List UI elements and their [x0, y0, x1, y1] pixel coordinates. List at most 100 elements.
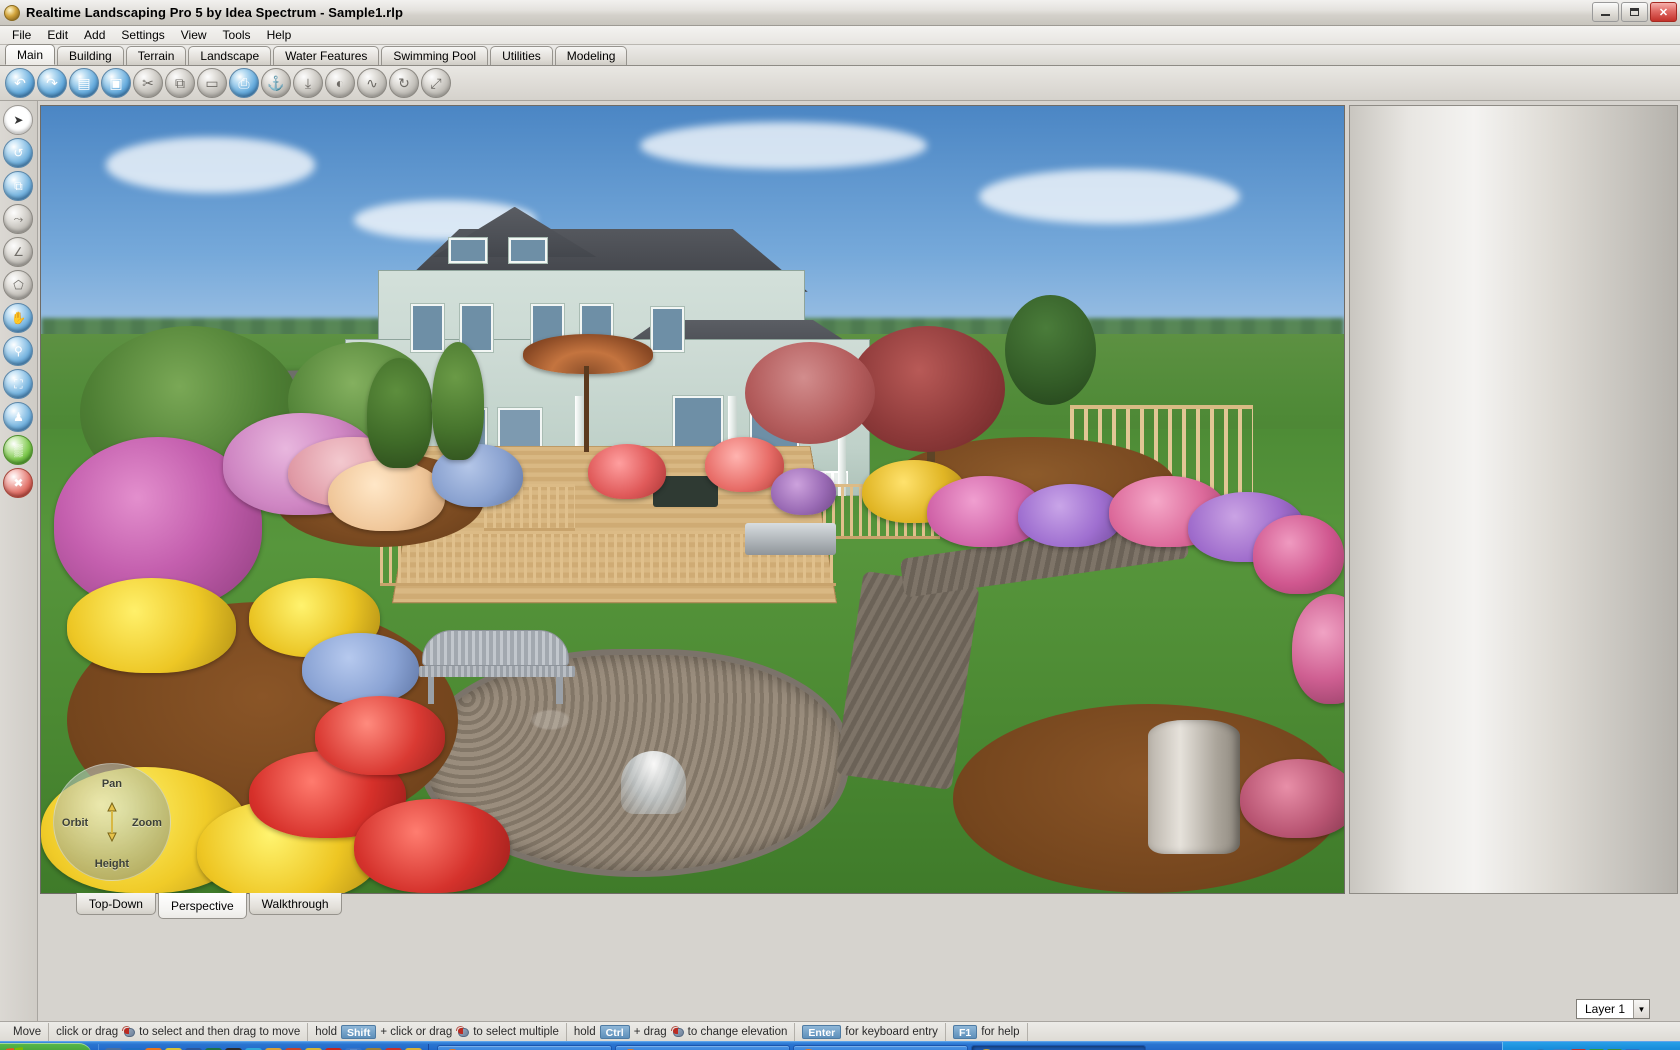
nav-label-zoom[interactable]: Zoom	[132, 817, 162, 829]
menu-item-settings[interactable]: Settings	[113, 26, 172, 44]
lounge-chair[interactable]	[744, 523, 836, 555]
terrain-grid-tool[interactable]: ▒	[3, 435, 34, 465]
curve-draw-tool[interactable]: ⤳	[3, 204, 34, 234]
walk-tool[interactable]: ♟	[3, 402, 34, 432]
tab-utilities[interactable]: Utilities	[490, 46, 553, 65]
tab-water-features[interactable]: Water Features	[273, 46, 380, 65]
coleus-planting[interactable]	[1239, 759, 1344, 838]
delete-tool[interactable]: ✖	[3, 468, 34, 498]
pan-hand-tool[interactable]: ✋	[3, 303, 34, 333]
tab-modeling[interactable]: Modeling	[554, 46, 628, 65]
water-fountain[interactable]	[620, 751, 686, 815]
view-tab-perspective[interactable]: Perspective	[157, 893, 247, 919]
redo-icon[interactable]: ↷	[37, 68, 67, 98]
rotate-tool[interactable]: ↺	[3, 138, 34, 168]
tab-swimming-pool[interactable]: Swimming Pool	[381, 46, 489, 65]
copy-object-tool[interactable]: ⧉	[3, 171, 34, 201]
tab-building[interactable]: Building	[57, 46, 124, 65]
menu-item-add[interactable]: Add	[76, 26, 113, 44]
paste-icon[interactable]: ▭	[197, 68, 227, 98]
evergreen-canopy[interactable]	[1005, 294, 1097, 406]
zoom-magnifier-tool[interactable]: ⚲	[3, 336, 34, 366]
flowering-shrub[interactable]	[1252, 515, 1344, 594]
region-tool[interactable]: ⬠	[3, 270, 34, 300]
flower-planter[interactable]	[770, 468, 836, 516]
tab-main[interactable]: Main	[5, 44, 56, 65]
menu-item-edit[interactable]: Edit	[39, 26, 76, 44]
view-mode-tabs: Top-Down Perspective Walkthrough	[40, 893, 1345, 919]
garden-bench[interactable]	[418, 625, 576, 705]
umbrella-pole	[584, 365, 589, 453]
tab-landscape[interactable]: Landscape	[188, 46, 272, 65]
main-area: ➤ ↺ ⧉ ⤳ ∠ ⬠ ✋ ⚲ ⛶ ♟ ▒ ✖ Orbit Zoom Pan H…	[0, 101, 1680, 1021]
nav-label-orbit[interactable]: Orbit	[62, 817, 88, 829]
stamp-icon[interactable]: ⚓	[261, 68, 291, 98]
start-button[interactable]: пуск	[0, 1042, 92, 1050]
layer-selector[interactable]: Layer 1 ▼	[1575, 999, 1650, 1019]
save-icon[interactable]: ▣	[101, 68, 131, 98]
flowering-shrub[interactable]	[1018, 483, 1123, 547]
status-hint-4: F1 for help	[946, 1022, 1028, 1041]
menu-item-view[interactable]: View	[173, 26, 215, 44]
print-icon[interactable]: ⎙	[229, 68, 259, 98]
taskbar: пуск ▦e●✎WX▶●▤✦▧A█◕eb◷ Developer page - …	[0, 1041, 1680, 1050]
red-flowers[interactable]	[353, 798, 510, 893]
copy-icon[interactable]: ⧉	[165, 68, 195, 98]
rotate-icon[interactable]: ↻	[389, 68, 419, 98]
blue-flowers[interactable]	[301, 633, 419, 705]
stone-water-feature[interactable]	[1148, 719, 1240, 854]
zoom-window-tool[interactable]: ⛶	[3, 369, 34, 399]
status-hint-1: hold Shift + click or drag to select multip…	[308, 1022, 567, 1041]
menu-item-tools[interactable]: Tools	[215, 26, 259, 44]
cloud	[106, 137, 315, 193]
cloud	[979, 168, 1240, 225]
design-viewport-3d[interactable]: Orbit Zoom Pan Height	[39, 105, 1345, 894]
status-mode: Move	[6, 1022, 50, 1041]
flower-planter[interactable]	[588, 444, 667, 500]
mirror-icon[interactable]: ◐	[325, 68, 355, 98]
undo-icon[interactable]: ↶	[5, 68, 35, 98]
conical-shrub[interactable]	[366, 357, 432, 468]
key-badge-enter: Enter	[802, 1024, 842, 1039]
navigation-compass-widget[interactable]: Orbit Zoom Pan Height	[52, 763, 171, 881]
polyline-tool[interactable]: ∠	[3, 237, 34, 267]
view-tab-walkthrough[interactable]: Walkthrough	[248, 893, 342, 915]
nav-label-height[interactable]: Height	[95, 858, 129, 870]
taskbar-button[interactable]: Realtime Landscaping...	[971, 1045, 1146, 1050]
menu-item-file[interactable]: File	[4, 26, 39, 44]
key-badge-shift: Shift	[340, 1024, 377, 1039]
restore-button[interactable]	[1621, 2, 1648, 22]
yellow-mums[interactable]	[66, 578, 237, 673]
tab-terrain[interactable]: Terrain	[125, 46, 187, 65]
taskbar-button[interactable]: Новый релиз - Mozill...	[615, 1045, 790, 1050]
dormer-window	[449, 238, 488, 264]
bench-seat	[418, 666, 576, 678]
open-folder-icon[interactable]: ▤	[69, 68, 99, 98]
viewport-wrapper: Orbit Zoom Pan Height Top-Down Perspectiv…	[38, 101, 1345, 1021]
status-text: hold	[315, 1025, 337, 1038]
flowering-shrub[interactable]	[327, 460, 445, 531]
minimize-button[interactable]	[1592, 2, 1619, 22]
align-icon[interactable]: ⤓	[293, 68, 323, 98]
window	[651, 307, 685, 352]
right-properties-panel[interactable]	[1348, 105, 1678, 894]
cut-icon[interactable]: ✂	[133, 68, 163, 98]
red-flowers[interactable]	[314, 696, 445, 775]
cloud	[640, 121, 927, 169]
taskbar-button[interactable]: ArchiCAD 12 :: torren...	[793, 1045, 968, 1050]
taskbar-button[interactable]: Developer page - Ide...	[437, 1045, 612, 1050]
close-button[interactable]: ✕	[1650, 2, 1677, 22]
nav-label-pan[interactable]: Pan	[102, 778, 122, 790]
menu-item-help[interactable]: Help	[259, 26, 300, 44]
conical-shrub[interactable]	[431, 342, 484, 461]
status-hint-2: hold Ctrl + drag to change elevation	[567, 1022, 796, 1041]
scale-icon[interactable]: ⤢	[421, 68, 451, 98]
smooth-icon[interactable]: ∿	[357, 68, 387, 98]
dormer-window	[509, 238, 548, 264]
view-tab-top-down[interactable]: Top-Down	[75, 893, 156, 915]
select-arrow-tool[interactable]: ➤	[3, 105, 34, 135]
bench-back	[421, 630, 569, 667]
chevron-down-icon[interactable]: ▼	[1633, 1000, 1649, 1018]
flowering-tree-canopy[interactable]	[744, 342, 875, 445]
status-bar: Move click or drag to select and then drag…	[0, 1021, 1680, 1041]
